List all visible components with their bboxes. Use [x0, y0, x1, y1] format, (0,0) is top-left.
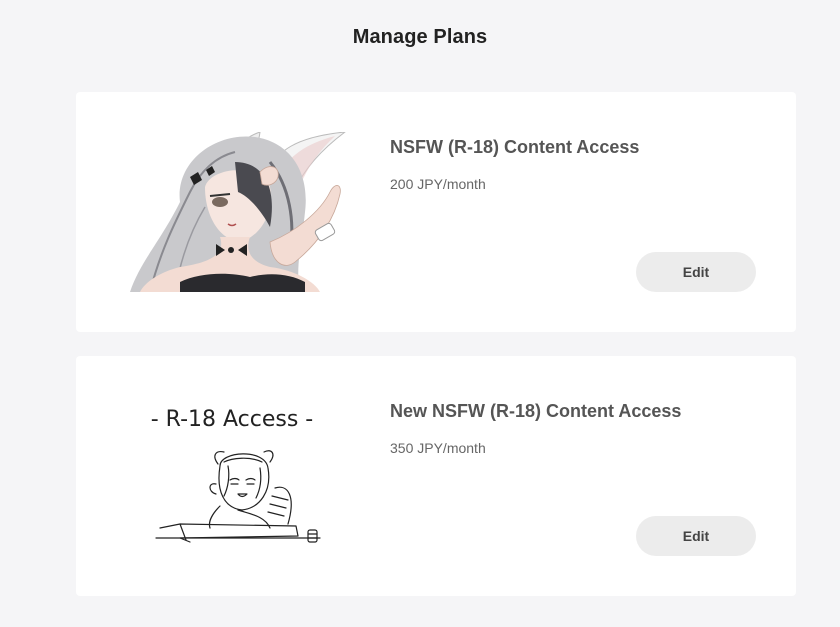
anime-bunny-girl-illustration	[130, 132, 346, 292]
plan-card: - R-18 Access - New NSFW (R-18) Content …	[76, 356, 796, 596]
plan-thumbnail	[120, 132, 360, 292]
plan-price: 350 JPY/month	[390, 440, 486, 456]
plan-name: New NSFW (R-18) Content Access	[390, 401, 682, 421]
thumbnail-caption: - R-18 Access -	[151, 407, 314, 432]
plan-name: NSFW (R-18) Content Access	[390, 137, 640, 157]
plan-price: 200 JPY/month	[390, 176, 486, 192]
line-sketch-character-at-desk: - R-18 Access -	[151, 407, 321, 543]
plan-card: NSFW (R-18) Content Access 200 JPY/month…	[76, 92, 796, 332]
page-title: Manage Plans	[352, 26, 488, 48]
plan-thumbnail: - R-18 Access -	[120, 396, 360, 556]
edit-plan-button[interactable]: Edit	[636, 516, 756, 556]
edit-plan-button[interactable]: Edit	[636, 252, 756, 292]
